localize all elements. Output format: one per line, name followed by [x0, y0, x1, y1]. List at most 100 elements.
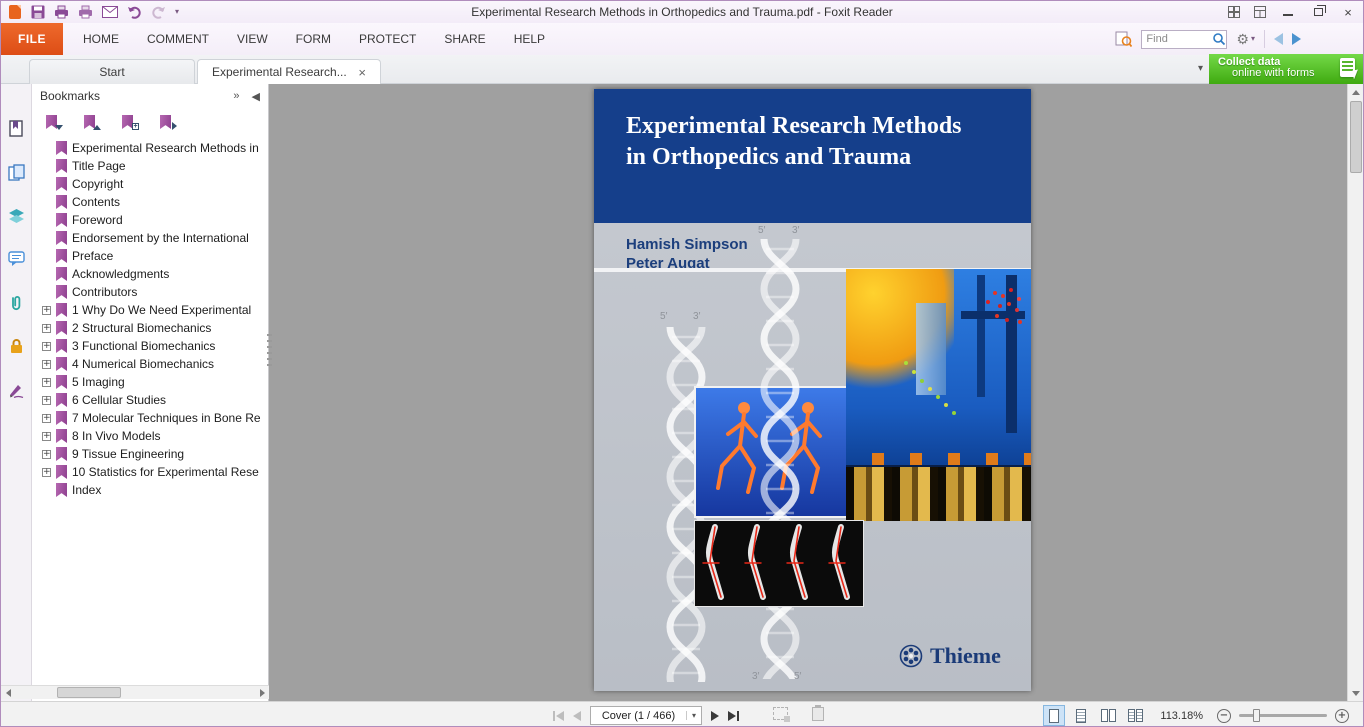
- tab-active-document[interactable]: Experimental Research... ×: [197, 59, 381, 84]
- undo-icon[interactable]: [127, 6, 142, 19]
- bookmark-item[interactable]: 8 In Vivo Models: [42, 427, 268, 445]
- first-page-button[interactable]: [553, 710, 564, 721]
- last-page-button[interactable]: [728, 710, 739, 721]
- panel-menu-chevrons-icon[interactable]: »: [233, 90, 239, 103]
- bookmarks-panel-icon[interactable]: [8, 120, 25, 137]
- scroll-right-button[interactable]: [255, 686, 269, 699]
- layers-panel-icon[interactable]: [8, 208, 25, 224]
- bookmark-item[interactable]: 3 Functional Biomechanics: [42, 337, 268, 355]
- bookmark-item[interactable]: Preface: [42, 247, 268, 265]
- previous-page-button[interactable]: [573, 710, 581, 721]
- file-menu-tab[interactable]: FILE: [1, 23, 63, 55]
- quick-print-icon[interactable]: [78, 5, 93, 19]
- bookmark-item[interactable]: Contents: [42, 193, 268, 211]
- tab-view[interactable]: VIEW: [237, 32, 268, 46]
- expand-plus-icon[interactable]: [42, 305, 51, 315]
- restore-button[interactable]: [1303, 1, 1333, 23]
- page-number-dropdown[interactable]: Cover (1 / 466) ▾: [590, 706, 702, 725]
- foxit-pdf-icon[interactable]: [8, 4, 22, 20]
- save-icon[interactable]: [31, 5, 45, 19]
- bookmark-next-icon[interactable]: [160, 114, 177, 130]
- expand-plus-icon[interactable]: [42, 449, 51, 459]
- panel-collapse-icon[interactable]: ◀: [252, 90, 260, 103]
- scroll-left-button[interactable]: [1, 686, 15, 699]
- bookmark-item[interactable]: Title Page: [42, 157, 268, 175]
- tab-overflow-caret-icon[interactable]: ▾: [1198, 63, 1203, 74]
- bookmark-item[interactable]: Foreword: [42, 211, 268, 229]
- expand-plus-icon[interactable]: [42, 323, 51, 333]
- sidebar-horizontal-scrollbar[interactable]: [1, 685, 269, 699]
- expand-plus-icon[interactable]: [42, 431, 51, 441]
- bookmark-item[interactable]: Contributors: [42, 283, 268, 301]
- next-page-button[interactable]: [711, 710, 719, 721]
- vertical-scrollbar[interactable]: [1347, 84, 1363, 701]
- tab-share[interactable]: SHARE: [444, 32, 485, 46]
- scroll-down-button[interactable]: [1348, 685, 1363, 701]
- zoom-slider-thumb[interactable]: [1253, 709, 1260, 722]
- bookmark-item[interactable]: 2 Structural Biomechanics: [42, 319, 268, 337]
- single-page-view-button[interactable]: [1043, 705, 1066, 726]
- tab-form[interactable]: FORM: [296, 32, 331, 46]
- qat-customize-caret-icon[interactable]: ▾: [175, 8, 179, 16]
- bookmark-item[interactable]: Endorsement by the International: [42, 229, 268, 247]
- close-button[interactable]: ×: [1333, 1, 1363, 23]
- settings-control[interactable]: ⚙ ▾: [1236, 32, 1255, 46]
- signature-panel-icon[interactable]: [8, 382, 25, 398]
- history-back-icon[interactable]: [1274, 33, 1283, 45]
- bookmark-item[interactable]: 4 Numerical Biomechanics: [42, 355, 268, 373]
- bookmark-new-icon[interactable]: +: [122, 114, 139, 130]
- security-panel-icon[interactable]: [9, 338, 24, 355]
- bookmark-item[interactable]: 5 Imaging: [42, 373, 268, 391]
- ui-switch-grid-icon[interactable]: [1247, 1, 1273, 23]
- history-forward-icon[interactable]: [1292, 33, 1301, 45]
- expand-plus-icon[interactable]: [42, 467, 51, 477]
- comments-panel-icon[interactable]: [7, 251, 25, 267]
- zoom-slider-track[interactable]: [1239, 709, 1327, 722]
- bookmark-collapse-icon[interactable]: [84, 114, 101, 130]
- search-document-icon[interactable]: [1115, 31, 1133, 47]
- collect-data-banner[interactable]: Collect data online with forms: [1209, 54, 1363, 84]
- bookmark-item[interactable]: Index: [42, 481, 268, 499]
- tab-start-page[interactable]: Start: [29, 59, 195, 84]
- zoom-in-button[interactable]: +: [1335, 708, 1349, 723]
- tab-close-icon[interactable]: ×: [358, 65, 366, 80]
- expand-plus-icon[interactable]: [42, 341, 51, 351]
- continuous-view-button[interactable]: [1070, 705, 1092, 726]
- email-icon[interactable]: [102, 6, 118, 18]
- document-view[interactable]: Experimental Research Methods in Orthope…: [269, 84, 1363, 701]
- clipboard-icon[interactable]: [812, 705, 824, 721]
- print-icon[interactable]: [54, 5, 69, 19]
- bookmark-item[interactable]: 9 Tissue Engineering: [42, 445, 268, 463]
- redo-icon[interactable]: [151, 6, 166, 19]
- zoom-out-button[interactable]: −: [1217, 708, 1231, 723]
- snapshot-icon[interactable]: [773, 707, 790, 722]
- bookmark-item[interactable]: 10 Statistics for Experimental Rese: [42, 463, 268, 481]
- ui-layout-grid-icon[interactable]: [1221, 1, 1247, 23]
- search-icon[interactable]: [1212, 32, 1226, 46]
- expand-plus-icon[interactable]: [42, 413, 51, 423]
- vertical-scroll-thumb[interactable]: [1350, 101, 1362, 173]
- bookmark-item[interactable]: 1 Why Do We Need Experimental: [42, 301, 268, 319]
- tab-comment[interactable]: COMMENT: [147, 32, 209, 46]
- tab-protect[interactable]: PROTECT: [359, 32, 416, 46]
- bookmark-item[interactable]: Experimental Research Methods in: [42, 139, 268, 157]
- facing-view-button[interactable]: [1097, 705, 1119, 726]
- find-input[interactable]: [1142, 33, 1213, 45]
- expand-plus-icon[interactable]: [42, 359, 51, 369]
- bookmark-item[interactable]: Copyright: [42, 175, 268, 193]
- attachments-panel-icon[interactable]: [9, 294, 23, 311]
- expand-plus-icon[interactable]: [42, 395, 51, 405]
- tab-home[interactable]: HOME: [83, 32, 119, 46]
- bookmark-item[interactable]: Acknowledgments: [42, 265, 268, 283]
- bookmark-expand-icon[interactable]: [46, 114, 63, 130]
- pages-panel-icon[interactable]: [7, 164, 25, 181]
- minimize-button[interactable]: [1273, 1, 1303, 23]
- expand-plus-icon[interactable]: [42, 377, 51, 387]
- tab-help[interactable]: HELP: [514, 32, 545, 46]
- horizontal-scroll-thumb[interactable]: [57, 687, 121, 698]
- bookmark-item[interactable]: 6 Cellular Studies: [42, 391, 268, 409]
- continuous-facing-view-button[interactable]: [1124, 705, 1146, 726]
- panel-splitter[interactable]: [267, 334, 272, 368]
- scroll-up-button[interactable]: [1348, 84, 1363, 100]
- bookmark-item[interactable]: 7 Molecular Techniques in Bone Re: [42, 409, 268, 427]
